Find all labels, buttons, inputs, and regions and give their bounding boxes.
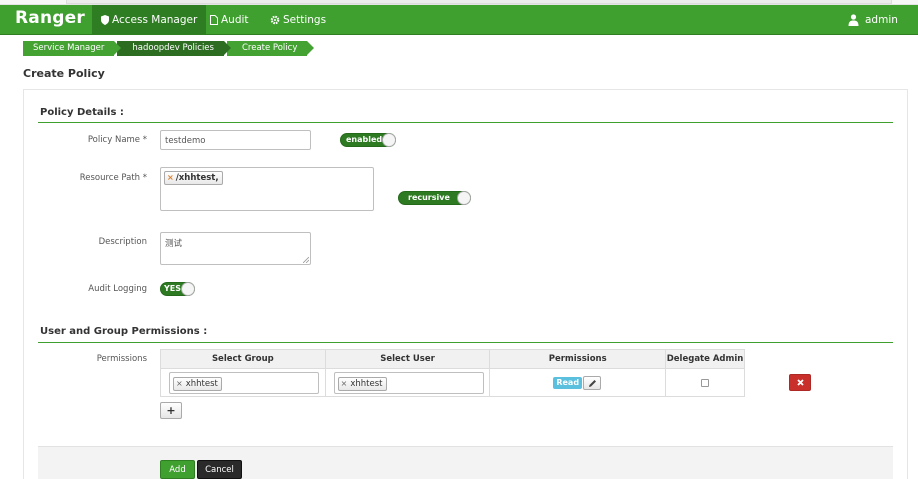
- document-icon: [210, 14, 218, 25]
- resize-handle-icon[interactable]: [303, 257, 309, 263]
- policy-name-label: Policy Name *: [87, 135, 147, 145]
- nav-access-manager-label: Access Manager: [112, 13, 198, 26]
- create-policy-panel: [23, 89, 908, 479]
- group-tag-label: xhhtest: [185, 379, 218, 389]
- policy-details-title: Policy Details :: [40, 107, 124, 118]
- user-icon: [848, 13, 859, 26]
- resource-path-tag[interactable]: ×/xhhtest,: [164, 171, 223, 185]
- breadcrumb-create-policy: Create Policy: [226, 41, 315, 56]
- cancel-button[interactable]: Cancel: [197, 460, 242, 479]
- group-tag[interactable]: × xhhtest: [173, 377, 222, 391]
- user-name: admin: [865, 13, 898, 26]
- edit-permission-button[interactable]: [583, 376, 602, 390]
- close-icon[interactable]: ×: [167, 173, 174, 182]
- pencil-icon: [589, 380, 597, 387]
- top-navbar: Ranger Access Manager Audit Settings adm…: [0, 5, 918, 35]
- column-header-delegate-admin: Delegate Admin: [665, 349, 745, 369]
- description-value: 测试: [165, 239, 183, 249]
- description-label: Description: [98, 237, 147, 247]
- nav-audit-label: Audit: [221, 13, 249, 26]
- gear-icon: [270, 15, 280, 24]
- nav-access-manager[interactable]: Access Manager: [92, 5, 207, 34]
- user-menu[interactable]: admin: [839, 5, 907, 34]
- user-tag-label: xhhtest: [350, 379, 383, 389]
- nav-audit[interactable]: Audit: [201, 5, 258, 34]
- resource-path-label: Resource Path *: [79, 173, 147, 183]
- brand-logo[interactable]: Ranger: [15, 8, 85, 28]
- policy-name-input[interactable]: testdemo: [160, 130, 311, 150]
- recursive-toggle[interactable]: recursive: [398, 191, 471, 205]
- table-header-row: Select Group Select User Permissions Del…: [160, 349, 745, 369]
- breadcrumb: Service Manager hadoopdev Policies Creat…: [23, 41, 315, 56]
- add-row-button[interactable]: +: [160, 402, 182, 419]
- policy-name-value: testdemo: [165, 136, 206, 146]
- breadcrumb-policies[interactable]: hadoopdev Policies: [117, 41, 231, 56]
- permissions-section-title: User and Group Permissions :: [40, 326, 208, 337]
- close-icon[interactable]: ×: [341, 379, 348, 388]
- permission-cell: Read: [489, 368, 667, 397]
- select-group-input[interactable]: × xhhtest: [169, 372, 319, 394]
- enabled-toggle-label: enabled: [346, 135, 383, 144]
- audit-logging-label: Audit Logging: [88, 284, 147, 294]
- enabled-toggle-knob: [382, 133, 396, 147]
- select-user-input[interactable]: × xhhtest: [333, 372, 484, 394]
- shield-icon: [101, 14, 109, 25]
- column-header-select-group: Select Group: [160, 349, 326, 369]
- audit-logging-toggle-knob: [181, 282, 195, 296]
- audit-logging-toggle-label: YES: [164, 284, 182, 293]
- permissions-label: Permissions: [96, 354, 147, 364]
- description-textarea[interactable]: 测试: [160, 232, 311, 265]
- column-header-select-user: Select User: [324, 349, 491, 369]
- resource-path-tag-label: /xhhtest,: [175, 173, 219, 183]
- permissions-table: Select Group Select User Permissions Del…: [160, 349, 745, 397]
- table-row: × xhhtest × xhhtest Read: [160, 368, 745, 397]
- nav-settings-label: Settings: [283, 13, 327, 26]
- recursive-toggle-knob: [457, 191, 471, 205]
- group-cell: × xhhtest: [160, 368, 326, 397]
- add-button[interactable]: Add: [160, 460, 195, 479]
- nav-settings[interactable]: Settings: [261, 5, 335, 34]
- breadcrumb-service-manager[interactable]: Service Manager: [23, 41, 122, 56]
- delete-row-button[interactable]: [789, 374, 811, 391]
- user-cell: × xhhtest: [324, 368, 491, 397]
- delegate-admin-cell: [665, 368, 745, 397]
- close-icon: [797, 379, 804, 386]
- delegate-admin-checkbox[interactable]: [701, 379, 710, 387]
- column-header-permissions: Permissions: [489, 349, 667, 369]
- recursive-toggle-label: recursive: [408, 193, 450, 202]
- audit-logging-toggle[interactable]: YES: [160, 282, 195, 296]
- read-permission-badge[interactable]: Read: [553, 377, 583, 389]
- page-title: Create Policy: [23, 67, 105, 80]
- section-divider: [38, 122, 893, 123]
- close-icon[interactable]: ×: [176, 379, 183, 388]
- section-divider: [38, 342, 893, 343]
- user-tag[interactable]: × xhhtest: [337, 377, 387, 391]
- enabled-toggle[interactable]: enabled: [340, 133, 396, 147]
